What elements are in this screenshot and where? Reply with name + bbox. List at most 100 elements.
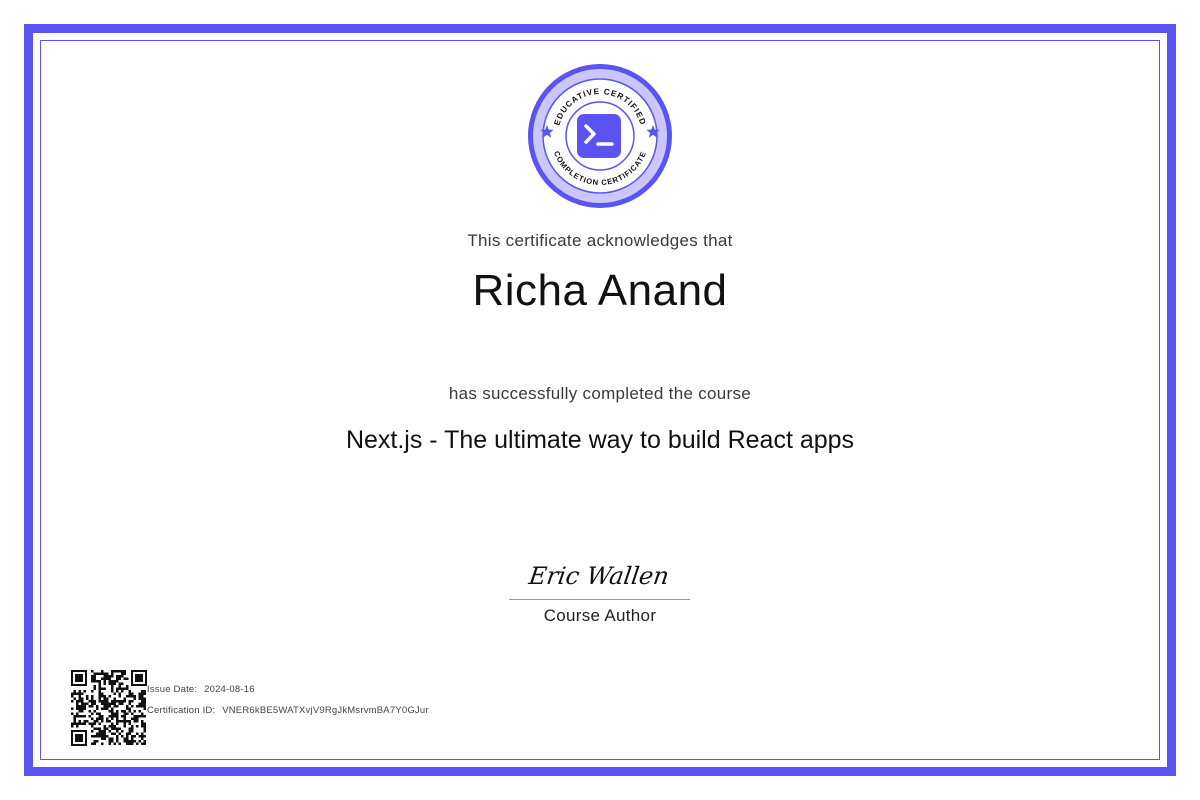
qr-code-icon[interactable] <box>71 670 147 746</box>
qr-module <box>101 692 104 695</box>
qr-module <box>131 730 134 733</box>
qr-module <box>128 742 131 745</box>
qr-module <box>73 692 76 695</box>
qr-module <box>116 715 119 718</box>
qr-module <box>131 705 134 708</box>
qr-module <box>108 682 111 685</box>
qr-module <box>93 687 96 690</box>
qr-module <box>128 690 131 693</box>
qr-module <box>101 707 104 710</box>
qr-module <box>81 702 84 705</box>
qr-module <box>71 725 74 728</box>
terminal-icon <box>577 114 621 158</box>
qr-module <box>91 670 94 673</box>
qr-module <box>83 720 86 723</box>
qr-module <box>101 737 104 740</box>
qr-module <box>138 695 141 698</box>
qr-module <box>143 742 146 745</box>
qr-module <box>91 705 94 708</box>
qr-module <box>78 707 81 710</box>
qr-module <box>73 697 76 700</box>
qr-module <box>128 730 131 733</box>
qr-module <box>111 712 114 715</box>
qr-module <box>138 735 141 738</box>
qr-module <box>101 702 104 705</box>
qr-module <box>141 742 144 745</box>
qr-module <box>93 685 96 688</box>
qr-module <box>81 692 84 695</box>
qr-module <box>98 735 101 738</box>
qr-module <box>93 742 96 745</box>
qr-module <box>133 695 136 698</box>
qr-module <box>76 722 79 725</box>
qr-module <box>118 685 121 688</box>
qr-module <box>96 720 99 723</box>
qr-module <box>101 732 104 735</box>
qr-module <box>116 712 119 715</box>
qr-module <box>91 700 94 703</box>
qr-module <box>71 695 74 698</box>
qr-module <box>116 722 119 725</box>
certification-id-value[interactable]: VNER6kBE5WATXvjV9RgJkMsrvmBA7Y0GJur <box>222 705 429 716</box>
qr-module <box>73 690 76 693</box>
qr-module <box>128 707 131 710</box>
author-role: Course Author <box>543 606 657 625</box>
qr-module <box>111 685 114 688</box>
qr-module <box>143 715 146 718</box>
qr-module <box>78 720 81 723</box>
qr-module <box>116 670 119 673</box>
qr-module <box>111 737 114 740</box>
qr-module <box>121 710 124 713</box>
qr-module <box>116 727 119 730</box>
qr-module <box>81 707 84 710</box>
qr-module <box>131 727 134 730</box>
qr-module <box>121 690 124 693</box>
qr-module <box>93 672 96 675</box>
qr-module <box>103 682 106 685</box>
qr-module <box>116 720 119 723</box>
qr-module <box>93 702 96 705</box>
qr-module <box>93 710 96 713</box>
certificate-seal: EDUCATIVE CERTIFIED COMPLETION CERTIFICA… <box>528 64 672 208</box>
qr-module <box>96 707 99 710</box>
qr-module <box>143 722 146 725</box>
qr-module <box>103 687 106 690</box>
qr-module <box>98 715 101 718</box>
qr-module <box>91 717 94 720</box>
qr-module <box>123 700 126 703</box>
qr-module <box>128 702 131 705</box>
qr-module <box>98 730 101 733</box>
qr-module <box>91 695 94 698</box>
qr-module <box>113 697 116 700</box>
qr-module <box>126 737 129 740</box>
qr-module <box>136 720 139 723</box>
qr-module <box>121 715 124 718</box>
qr-module <box>121 700 124 703</box>
course-title: Next.js - The ultimate way to build Reac… <box>345 426 855 454</box>
qr-module <box>121 682 124 685</box>
qr-module <box>91 742 94 745</box>
qr-module <box>106 705 109 708</box>
qr-module <box>88 700 91 703</box>
qr-module <box>143 705 146 708</box>
qr-module <box>118 742 121 745</box>
qr-module <box>131 725 134 728</box>
qr-module <box>143 740 146 743</box>
qr-module <box>108 715 111 718</box>
qr-module <box>128 700 131 703</box>
qr-module <box>101 735 104 738</box>
qr-module <box>113 742 116 745</box>
qr-module <box>121 675 124 678</box>
qr-module <box>141 725 144 728</box>
qr-module <box>141 692 144 695</box>
qr-module <box>111 702 114 705</box>
qr-module <box>71 700 74 703</box>
qr-module <box>93 680 96 683</box>
qr-module <box>126 732 129 735</box>
qr-module <box>123 737 126 740</box>
issue-date-value: 2024-08-16 <box>204 684 255 695</box>
qr-module <box>106 735 109 738</box>
qr-module <box>123 725 126 728</box>
qr-module <box>91 722 94 725</box>
qr-module <box>116 680 119 683</box>
